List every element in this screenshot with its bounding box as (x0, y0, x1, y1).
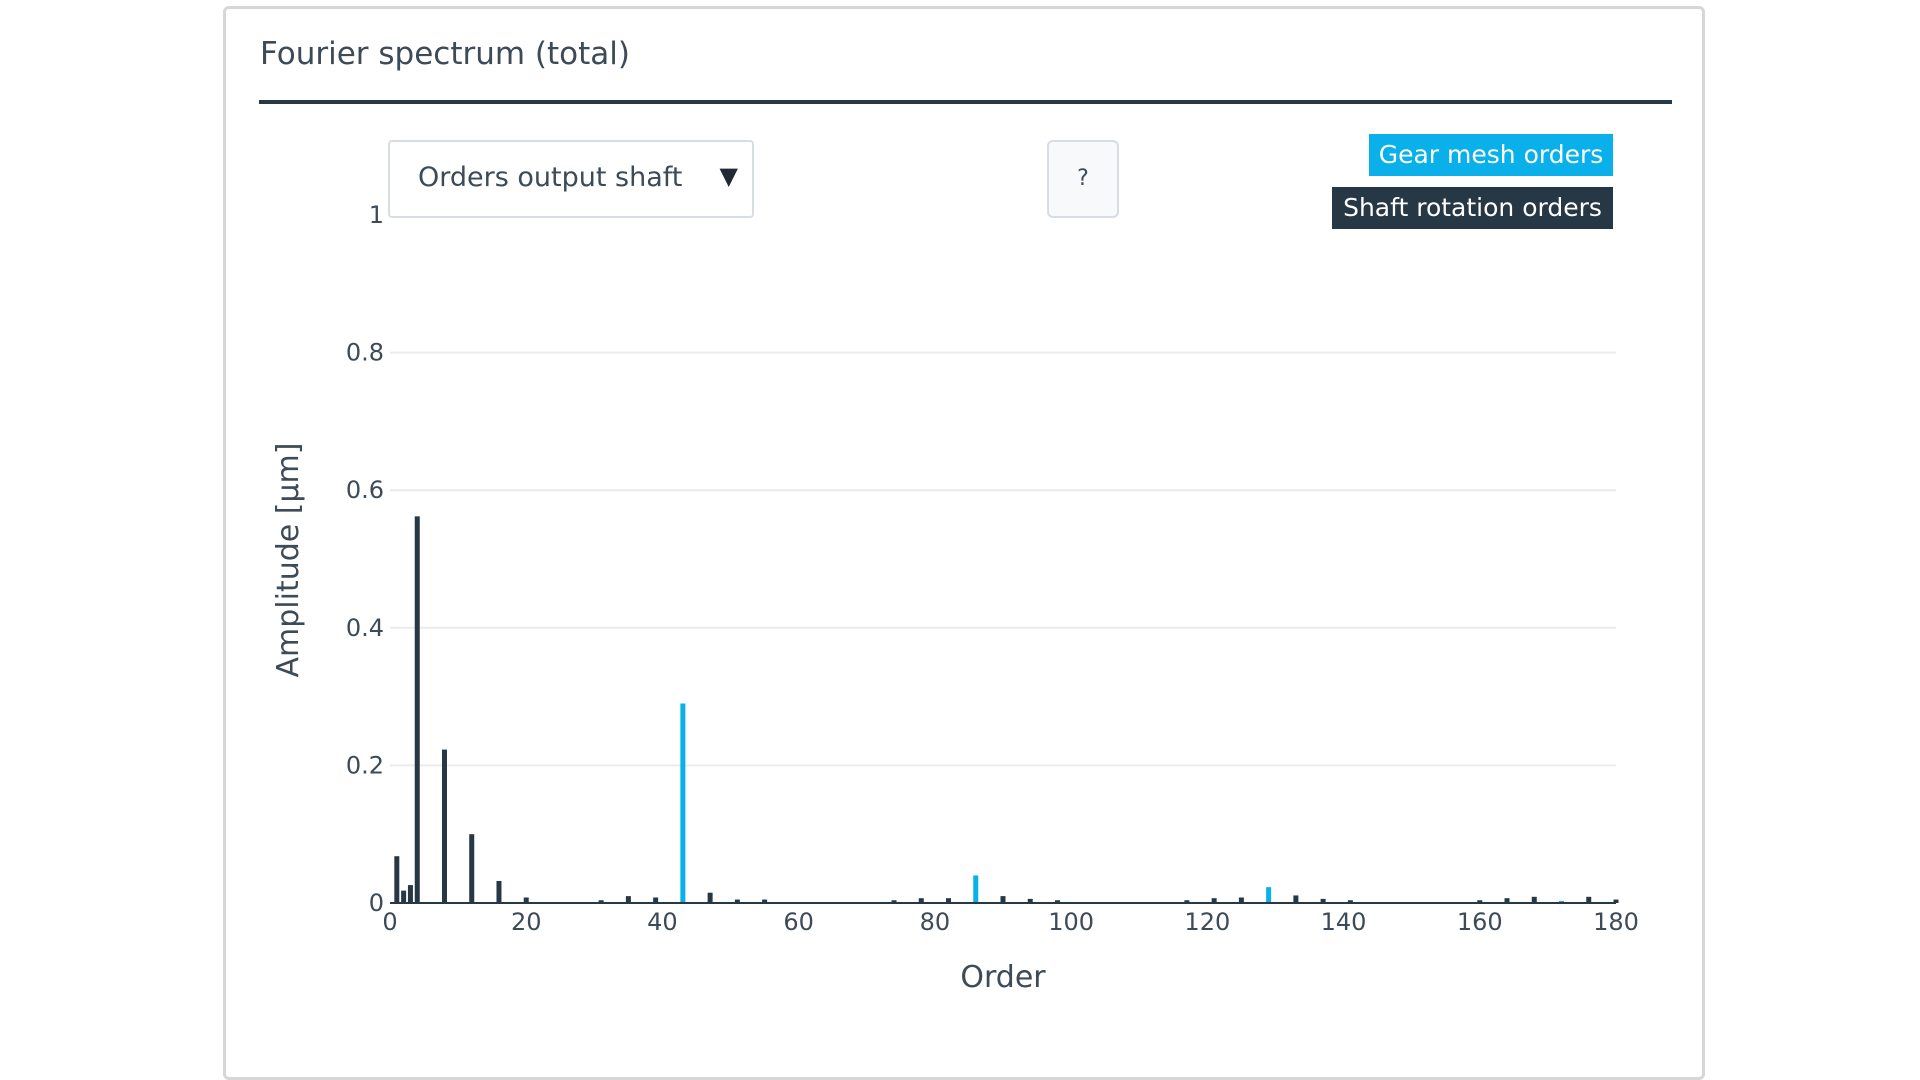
grid-lines (390, 351, 1616, 767)
legend-gear-mesh-orders[interactable]: Gear mesh orders (1369, 134, 1613, 176)
spectrum-bar (414, 516, 420, 903)
spectrum-bars (394, 516, 1619, 903)
spectrum-bar (707, 892, 713, 903)
x-tick-label: 180 (1593, 908, 1639, 936)
order-reference-dropdown[interactable]: Orders output shaft ▼ (388, 140, 754, 218)
x-axis-title: Order (960, 960, 1046, 995)
x-tick-label: 80 (920, 908, 951, 936)
y-tick-label: 0 (369, 889, 384, 917)
y-tick-label: 0.2 (346, 751, 384, 779)
chevron-down-icon: ▼ (719, 162, 738, 190)
spectrum-bar (1293, 895, 1299, 903)
x-tick-label: 20 (511, 908, 542, 936)
legend-shaft-rotation-orders[interactable]: Shaft rotation orders (1332, 187, 1613, 229)
y-tick-labels: 0 0.2 0.4 0.6 0.8 1 (346, 201, 384, 917)
dropdown-selected-value: Orders output shaft (418, 162, 683, 193)
spectrum-bar (401, 890, 407, 903)
spectrum-bar (496, 880, 502, 903)
x-tick-label: 120 (1184, 908, 1230, 936)
spectrum-bar (469, 834, 475, 903)
spectrum-bar (680, 703, 686, 903)
spectrum-bar (407, 885, 413, 903)
x-tick-label: 160 (1457, 908, 1503, 936)
y-tick-label: 1 (369, 201, 384, 229)
spectrum-bar (441, 749, 447, 903)
x-tick-label: 0 (382, 908, 397, 936)
x-tick-labels: 0 20 40 60 80 100 120 140 160 180 (382, 908, 1639, 936)
spectrum-bar (625, 896, 631, 903)
fourier-spectrum-chart: 0 20 40 60 80 100 120 140 160 180 00.20.40.60.81 … (271, 201, 1639, 995)
x-tick-label: 40 (647, 908, 678, 936)
y-tick-label: 0.4 (346, 614, 384, 642)
y-axis-title: Amplitude [µm] (271, 443, 306, 678)
x-tick-label: 60 (783, 908, 814, 936)
y-tick-label: 0.6 (346, 476, 384, 504)
y-tick-label: 0.8 (346, 339, 384, 367)
spectrum-bar (1266, 887, 1272, 903)
spectrum-bar (394, 856, 400, 903)
x-tick-label: 140 (1321, 908, 1367, 936)
spectrum-bar (973, 875, 979, 903)
x-tick-label: 100 (1048, 908, 1094, 936)
spectrum-bar (1000, 896, 1006, 903)
help-button[interactable]: ? (1047, 140, 1119, 218)
